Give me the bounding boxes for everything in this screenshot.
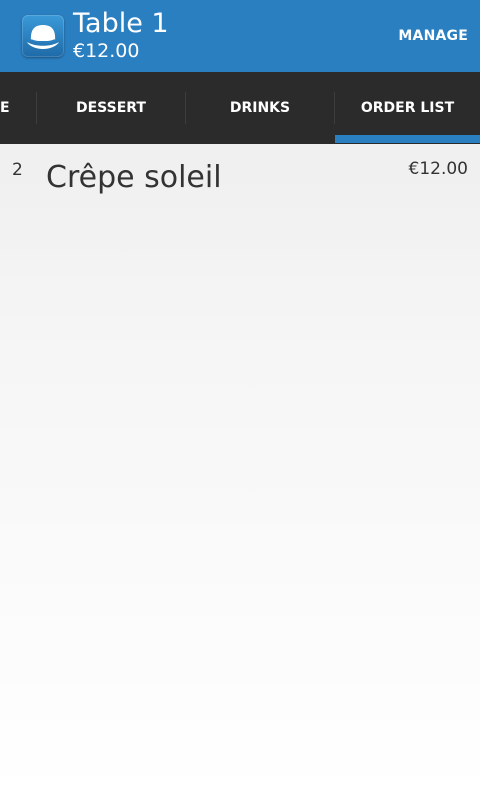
tab-label: ORDER LIST bbox=[360, 100, 455, 116]
selected-tab-indicator bbox=[335, 135, 480, 143]
item-quantity: 2 bbox=[12, 160, 23, 180]
manage-button[interactable]: MANAGE bbox=[398, 28, 468, 44]
tab-partial[interactable]: E bbox=[0, 72, 36, 144]
category-tabs: E DESSERT DRINKS ORDER LIST bbox=[0, 72, 480, 144]
app-bar: Table 1 €12.00 MANAGE bbox=[0, 0, 480, 72]
item-name: Crêpe soleil bbox=[46, 160, 222, 195]
tab-order-list[interactable]: ORDER LIST bbox=[335, 72, 480, 144]
tab-label: E bbox=[0, 100, 10, 116]
tab-label: DESSERT bbox=[76, 100, 146, 116]
hat-icon[interactable] bbox=[22, 15, 64, 57]
tab-drinks[interactable]: DRINKS bbox=[186, 72, 334, 144]
table-total: €12.00 bbox=[73, 39, 140, 62]
tab-dessert[interactable]: DESSERT bbox=[37, 72, 185, 144]
title-block: Table 1 €12.00 bbox=[73, 7, 169, 62]
tab-label: DRINKS bbox=[229, 100, 291, 116]
item-price: €12.00 bbox=[408, 159, 468, 179]
order-list-item[interactable]: 2 Crêpe soleil €12.00 bbox=[0, 144, 480, 204]
table-name: Table 1 bbox=[73, 7, 169, 39]
